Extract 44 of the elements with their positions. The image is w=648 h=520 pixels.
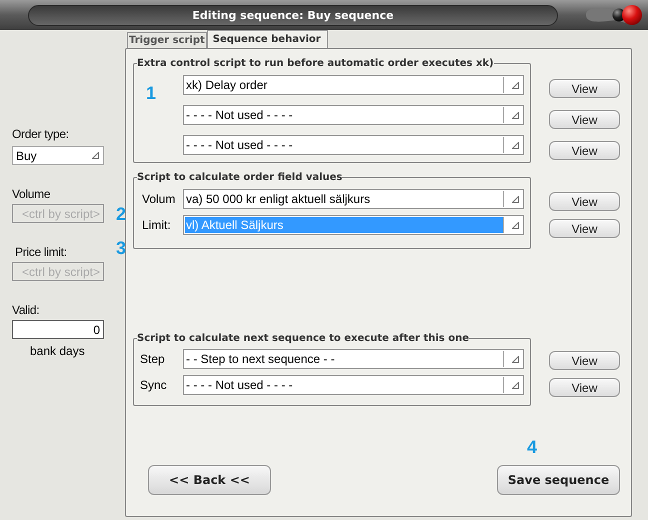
view-button[interactable]: View — [549, 110, 620, 129]
dropdown[interactable]: - - Step to next sequence - - — [183, 349, 524, 369]
dropdown[interactable]: va) 50 000 kr enligt aktuell säljkurs — [183, 189, 524, 209]
field-label: Valid: — [12, 303, 40, 317]
dropdown-arrow-icon[interactable] — [512, 142, 519, 148]
dropdown[interactable]: Buy — [12, 146, 104, 165]
dropdown-arrow-icon[interactable] — [512, 82, 519, 88]
dropdown-arrow-icon[interactable] — [512, 382, 519, 388]
field-label: Volum — [142, 192, 176, 206]
view-button[interactable]: View — [549, 219, 620, 238]
callout-number: 4 — [527, 438, 538, 456]
dropdown-arrow-icon[interactable] — [512, 222, 519, 228]
field-label: Step — [140, 352, 166, 366]
view-button[interactable]: View — [549, 351, 620, 370]
callout-number: 3 — [116, 239, 126, 257]
input-field[interactable]: 0 — [12, 320, 104, 339]
group-title: Script to calculate next sequence to execute after this one — [137, 333, 469, 344]
tab[interactable]: Trigger script — [127, 32, 207, 48]
field-label: Volume — [12, 187, 50, 201]
tab[interactable]: Sequence behavior — [206, 30, 328, 48]
view-button[interactable]: View — [549, 141, 620, 160]
dropdown[interactable]: - - - - Not used - - - - — [183, 105, 524, 125]
field-label: Limit: — [142, 218, 172, 232]
dropdown[interactable]: - - - - Not used - - - - — [183, 135, 524, 155]
group-title: Script to calculate order field values — [137, 172, 342, 183]
callout-number: 1 — [146, 84, 156, 102]
field-label: Price limit: — [14, 245, 67, 259]
view-button[interactable]: View — [549, 192, 620, 211]
callout-number: 2 — [116, 205, 126, 223]
field-label: Sync — [140, 378, 168, 392]
dropdown-arrow-icon[interactable] — [512, 112, 519, 118]
save-button[interactable]: Save sequence — [497, 465, 620, 495]
window-title: Editing sequence: Buy sequence — [28, 4, 558, 26]
unit-label: bank days — [30, 344, 86, 358]
view-button[interactable]: View — [549, 378, 620, 397]
field-label: Order type: — [12, 127, 69, 141]
dropdown[interactable]: xk) Delay order — [183, 75, 524, 95]
view-button[interactable]: View — [549, 79, 620, 98]
dropdown[interactable]: - - - - Not used - - - - — [183, 375, 524, 395]
group-title: Extra control script to run before automatic order executes xk) — [137, 58, 494, 69]
dropdown-arrow-icon[interactable] — [512, 356, 519, 362]
back-button[interactable]: << Back << — [148, 465, 271, 495]
dropdown-arrow-icon[interactable] — [92, 152, 99, 159]
dropdown-arrow-icon[interactable] — [512, 196, 519, 202]
